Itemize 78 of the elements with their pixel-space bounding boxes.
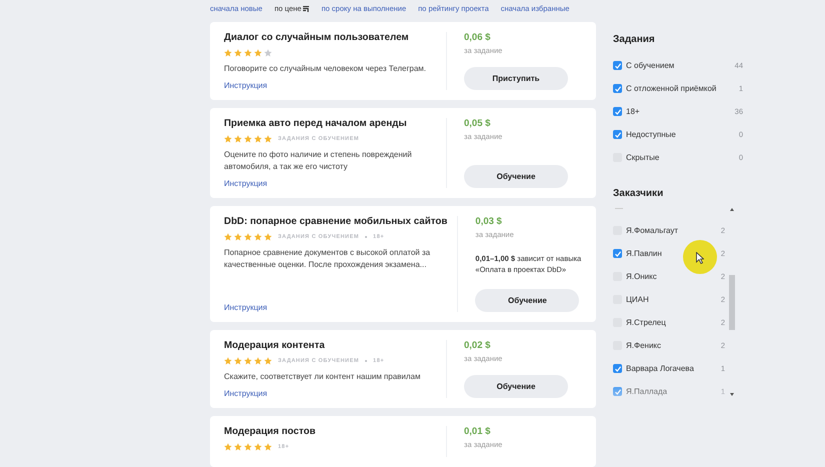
checkbox[interactable] bbox=[613, 84, 622, 93]
empty-star-icon bbox=[264, 49, 272, 57]
list-divider bbox=[615, 208, 623, 209]
star-icon bbox=[234, 357, 242, 365]
star-icon bbox=[244, 233, 252, 241]
star-icon bbox=[254, 443, 262, 451]
star-icon bbox=[224, 135, 232, 143]
checkbox[interactable] bbox=[613, 130, 622, 139]
star-icon bbox=[224, 49, 232, 57]
checkbox[interactable] bbox=[613, 387, 622, 396]
checkbox[interactable] bbox=[613, 107, 622, 116]
task-title: Диалог со случайным пользователем bbox=[224, 32, 410, 43]
filter-label: Недоступные bbox=[626, 130, 677, 139]
sort-icon bbox=[303, 6, 310, 12]
task-button[interactable]: Приступить bbox=[464, 67, 568, 90]
task-price: 0,03 $ bbox=[475, 216, 503, 227]
task-price: 0,05 $ bbox=[464, 118, 492, 129]
task-title: DbD: попарное сравнение мобильных сайтов bbox=[224, 216, 448, 227]
filter-label: Я.Оникс bbox=[626, 272, 658, 281]
instruction-link[interactable]: Инструкция bbox=[224, 389, 436, 398]
filter-label: Варвара Логачева bbox=[626, 364, 695, 373]
checkbox[interactable] bbox=[613, 364, 622, 373]
task-button[interactable]: Обучение bbox=[475, 289, 580, 312]
filter-label: Скрытые bbox=[626, 153, 660, 162]
instruction-link[interactable]: Инструкция bbox=[224, 303, 448, 312]
task-description: Оцените по фото наличие и степень повреждений автомобиля, а так же его чистоту bbox=[224, 149, 413, 173]
star-icon bbox=[234, 443, 242, 451]
filter-label: Я.Павлин bbox=[626, 249, 663, 258]
filter-label: Я.Паллада bbox=[626, 387, 668, 396]
filter-label: Я.Фомальгаут bbox=[626, 226, 680, 235]
star-icon bbox=[234, 135, 242, 143]
star-icon bbox=[254, 135, 262, 143]
filter-label: Я.Феникс bbox=[626, 341, 662, 350]
star-icon bbox=[224, 357, 232, 365]
star-icon bbox=[244, 357, 252, 365]
star-icon bbox=[234, 49, 242, 57]
task-description: Попарное сравнение документов с высокой оплатой за качественные оценки. После прохождения экзамена... bbox=[224, 247, 432, 271]
star-icon bbox=[264, 357, 272, 365]
star-icon bbox=[244, 135, 252, 143]
section-title: Заказчики bbox=[613, 188, 664, 199]
task-title: Приемка авто перед началом аренды bbox=[224, 118, 408, 129]
scroll-up-icon[interactable] bbox=[730, 208, 734, 211]
filter-label: ЦИАН bbox=[626, 295, 650, 304]
filter-label: С отложенной приёмкой bbox=[626, 84, 718, 93]
filter-label: 18+ bbox=[626, 107, 641, 116]
pointer-icon bbox=[696, 252, 704, 264]
checkbox[interactable] bbox=[613, 61, 622, 70]
section-title: Задания bbox=[613, 34, 656, 45]
task-price: 0,01 $ bbox=[464, 426, 492, 437]
filter-label: С обучением bbox=[626, 61, 676, 70]
star-icon bbox=[264, 443, 272, 451]
instruction-link[interactable]: Инструкция bbox=[224, 179, 436, 188]
star-icon bbox=[244, 49, 252, 57]
star-icon bbox=[254, 49, 262, 57]
star-icon bbox=[224, 443, 232, 451]
star-icon bbox=[264, 135, 272, 143]
task-title: Модерация постов bbox=[224, 426, 316, 437]
checkbox[interactable] bbox=[613, 249, 622, 258]
task-title: Модерация контента bbox=[224, 340, 326, 351]
star-icon bbox=[264, 233, 272, 241]
star-icon bbox=[234, 233, 242, 241]
task-description: Поговорите со случайным человеком через Телеграм. bbox=[224, 63, 428, 75]
separator-dot bbox=[365, 360, 368, 362]
scroll-down-icon[interactable] bbox=[730, 393, 734, 396]
separator-dot bbox=[365, 236, 368, 238]
instruction-link[interactable]: Инструкция bbox=[224, 81, 436, 90]
task-price: 0,02 $ bbox=[464, 340, 492, 351]
star-icon bbox=[254, 357, 262, 365]
star-icon bbox=[254, 233, 262, 241]
task-button[interactable]: Обучение bbox=[464, 165, 568, 188]
task-price: 0,06 $ bbox=[464, 32, 492, 43]
scrollbar[interactable] bbox=[729, 208, 735, 396]
scroll-thumb[interactable] bbox=[729, 275, 735, 330]
star-icon bbox=[244, 443, 252, 451]
task-description: Скажите, соответствует ли контент нашим правилам bbox=[224, 371, 422, 383]
star-icon bbox=[224, 233, 232, 241]
task-button[interactable]: Обучение bbox=[464, 375, 568, 398]
filter-label: Я.Стрелец bbox=[626, 318, 667, 327]
